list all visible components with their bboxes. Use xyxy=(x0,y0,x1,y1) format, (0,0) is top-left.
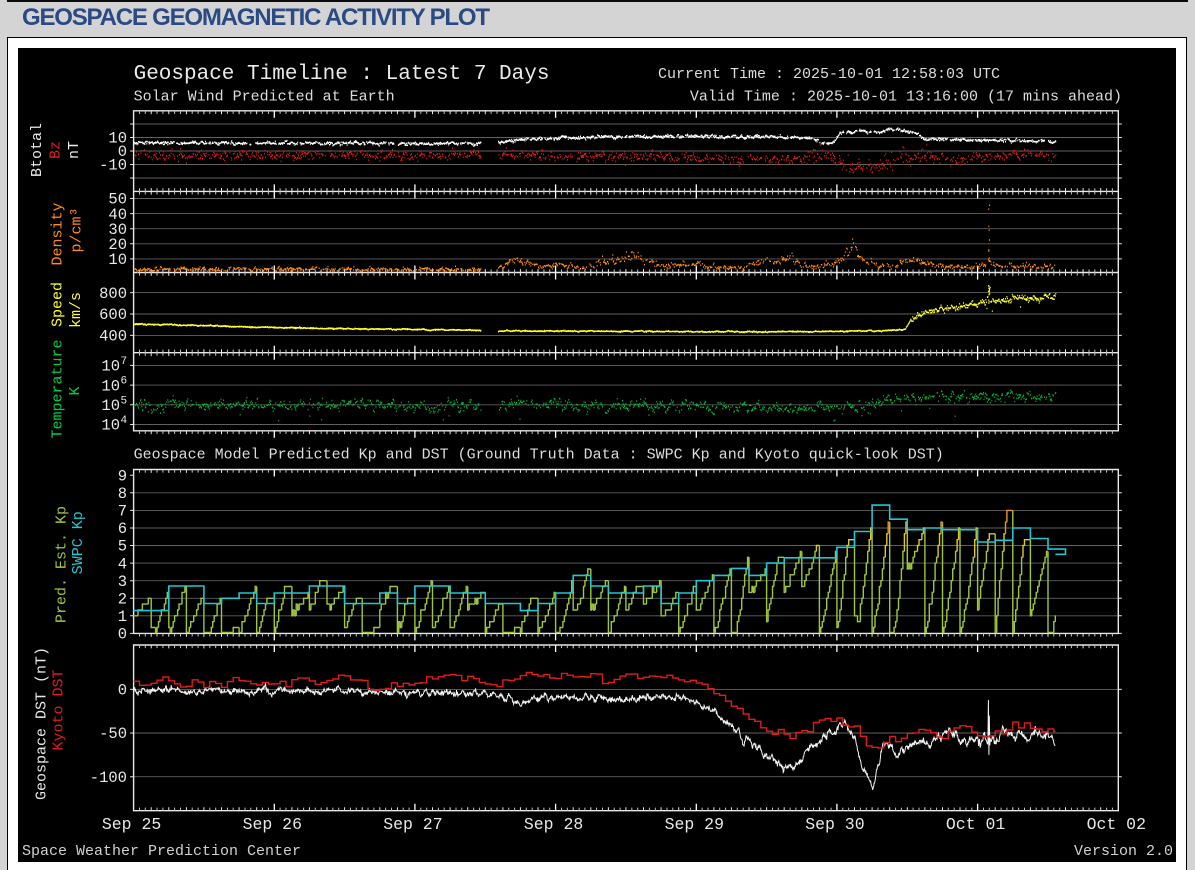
svg-text:2: 2 xyxy=(117,590,126,608)
svg-text:Btotal: Btotal xyxy=(29,122,46,176)
svg-text:Pred. Est. Kp: Pred. Est. Kp xyxy=(53,505,70,622)
svg-text:10: 10 xyxy=(101,397,120,415)
svg-text:6: 6 xyxy=(117,520,126,538)
svg-text:Oct 01: Oct 01 xyxy=(945,815,1005,834)
svg-text:6: 6 xyxy=(120,375,127,387)
svg-text:1: 1 xyxy=(117,608,126,626)
svg-text:8: 8 xyxy=(117,485,126,503)
svg-text:-10: -10 xyxy=(99,156,127,174)
svg-text:Bz: Bz xyxy=(47,140,64,158)
svg-text:10: 10 xyxy=(101,416,120,434)
svg-text:7: 7 xyxy=(120,355,127,367)
svg-text:Temperature: Temperature xyxy=(49,339,66,438)
svg-text:Valid Time : 2025-10-01 13:16:: Valid Time : 2025-10-01 13:16:00 (17 min… xyxy=(689,88,1121,105)
svg-text:10: 10 xyxy=(101,357,120,375)
svg-text:Space Weather Prediction Cente: Space Weather Prediction Center xyxy=(22,843,301,860)
svg-text:Density: Density xyxy=(49,202,66,265)
svg-text:km/s: km/s xyxy=(68,291,85,327)
svg-text:Geospace DST (nT): Geospace DST (nT) xyxy=(33,646,50,799)
svg-text:Sep 25: Sep 25 xyxy=(101,815,160,834)
svg-text:7: 7 xyxy=(117,502,126,520)
svg-text:Sep 30: Sep 30 xyxy=(805,815,864,834)
svg-text:4: 4 xyxy=(117,555,126,573)
svg-text:Geospace Timeline : Latest 7 D: Geospace Timeline : Latest 7 Days xyxy=(133,63,549,86)
svg-text:Geospace Model Predicted Kp an: Geospace Model Predicted Kp and DST (Gro… xyxy=(133,446,943,463)
svg-text:5: 5 xyxy=(117,537,126,555)
svg-text:K: K xyxy=(67,386,84,395)
svg-text:5: 5 xyxy=(120,395,127,407)
svg-text:Sep 28: Sep 28 xyxy=(523,815,582,834)
svg-text:Speed: Speed xyxy=(49,281,66,326)
svg-text:Current Time : 2025-10-01 12:5: Current Time : 2025-10-01 12:58:03 UTC xyxy=(658,66,1000,83)
svg-text:-100: -100 xyxy=(89,768,126,786)
svg-text:400: 400 xyxy=(99,327,127,345)
svg-text:Solar Wind Predicted at Earth: Solar Wind Predicted at Earth xyxy=(133,88,394,105)
svg-text:p/cm³: p/cm³ xyxy=(68,207,85,252)
svg-text:Sep 27: Sep 27 xyxy=(383,815,442,834)
svg-text:10: 10 xyxy=(108,251,127,269)
svg-text:9: 9 xyxy=(117,467,126,485)
svg-text:Kyoto DST: Kyoto DST xyxy=(50,669,67,750)
svg-text:800: 800 xyxy=(99,284,127,302)
svg-text:4: 4 xyxy=(120,415,127,427)
svg-text:Version 2.0: Version 2.0 xyxy=(1073,843,1172,860)
svg-text:nT: nT xyxy=(66,140,83,158)
svg-text:Sep 26: Sep 26 xyxy=(242,815,301,834)
svg-text:Sep 29: Sep 29 xyxy=(664,815,723,834)
svg-text:-50: -50 xyxy=(99,725,127,743)
svg-text:SWPC Kp: SWPC Kp xyxy=(70,511,87,574)
svg-text:0: 0 xyxy=(117,625,126,643)
svg-text:600: 600 xyxy=(99,306,127,324)
svg-text:3: 3 xyxy=(117,572,126,590)
svg-text:Oct 02: Oct 02 xyxy=(1086,815,1145,834)
svg-text:0: 0 xyxy=(117,681,126,699)
svg-text:10: 10 xyxy=(101,377,120,395)
